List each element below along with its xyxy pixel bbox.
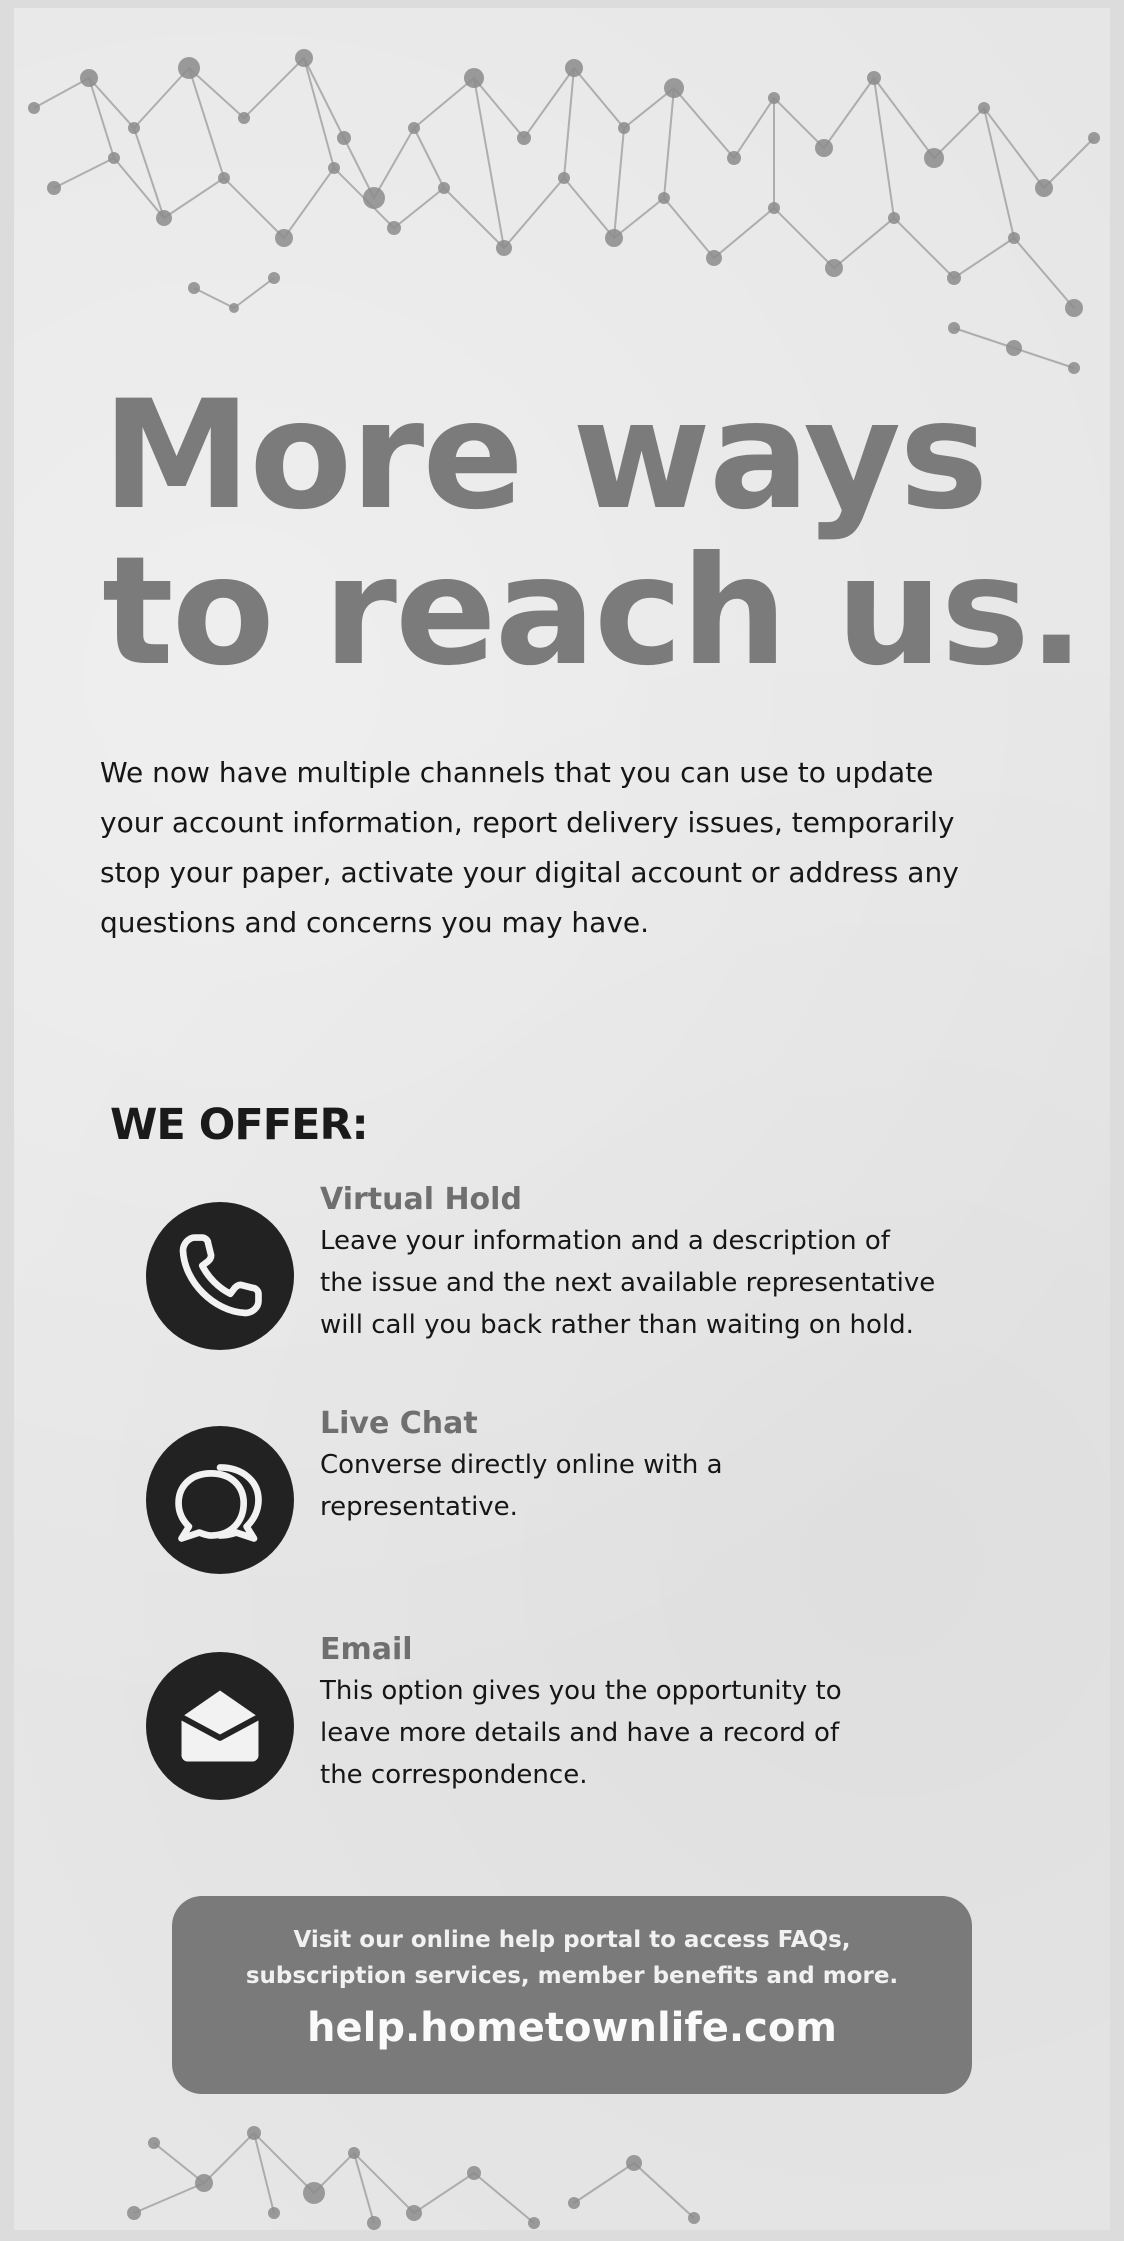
- offer-description-line: leave more details and have a record of: [320, 1718, 840, 1748]
- offer-description-line: representative.: [320, 1492, 518, 1522]
- offer-heading: WE OFFER:: [110, 1100, 369, 1150]
- offer-description-line: Converse directly online with a: [320, 1450, 723, 1480]
- offer-text: Email This option gives you the opportun…: [320, 1630, 1040, 1796]
- network-decoration-top: [14, 8, 1110, 398]
- offer-description-line: Leave your information and a description…: [320, 1226, 890, 1256]
- offer-description-line: This option gives you the opportunity to: [320, 1676, 842, 1706]
- network-decoration-bottom: [14, 2103, 1110, 2230]
- intro-paragraph: We now have multiple channels that you c…: [100, 756, 959, 939]
- headline: More ways to reach us.: [102, 378, 1102, 690]
- offer-description-line: will call you back rather than waiting o…: [320, 1310, 914, 1340]
- offer-title: Live Chat: [320, 1406, 478, 1441]
- cta-line-2: subscription services, member benefits a…: [245, 1963, 899, 1989]
- headline-line-2: to reach us.: [102, 525, 1085, 699]
- phone-icon: [146, 1202, 294, 1350]
- cta-line-1: Visit our online help portal to access F…: [293, 1927, 851, 1953]
- offer-title: Email: [320, 1632, 413, 1667]
- chat-bubbles-icon: [146, 1426, 294, 1574]
- offer-description-line: the issue and the next available represe…: [320, 1268, 936, 1298]
- advertisement-page: More ways to reach us. We now have multi…: [14, 8, 1110, 2230]
- envelope-icon: [146, 1652, 294, 1800]
- help-portal-url[interactable]: help.hometownlife.com: [172, 2000, 972, 2056]
- offer-text: Live Chat Converse directly online with …: [320, 1404, 1040, 1528]
- help-portal-banner: Visit our online help portal to access F…: [172, 1896, 972, 2094]
- offer-title: Virtual Hold: [320, 1182, 522, 1217]
- offer-description-line: the correspondence.: [320, 1760, 588, 1790]
- headline-line-1: More ways: [102, 369, 989, 543]
- offer-text: Virtual Hold Leave your information and …: [320, 1180, 1040, 1346]
